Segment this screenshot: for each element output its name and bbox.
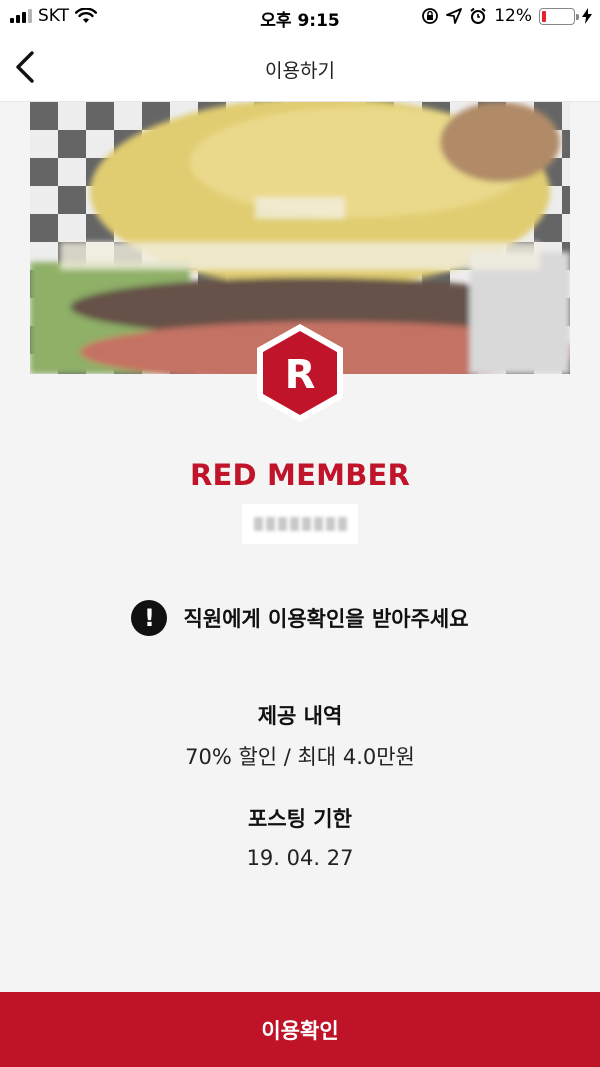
member-tier: RED MEMBER: [189, 458, 411, 492]
confirm-use-button[interactable]: 이용확인: [0, 992, 600, 1067]
battery-level: [542, 10, 546, 22]
deadline-label: 포스팅 기한: [248, 807, 352, 831]
nav-bar: 이용하기: [0, 34, 600, 102]
orientation-lock-icon: [422, 8, 439, 24]
notice: ! 직원에게 이용확인을 받아주세요: [0, 600, 600, 636]
charging-icon: [582, 8, 592, 24]
page-title: 이용하기: [265, 60, 335, 82]
red-member-badge: R: [257, 324, 343, 422]
offer-value: 70% 할인 / 최대 4.0만원: [185, 745, 415, 769]
alarm-icon: [470, 7, 486, 24]
screen: SKT 오후 9:15 12% 이용하기 R RED MEMBER ! 직원에게…: [0, 0, 600, 1067]
badge-letter: R: [285, 352, 316, 398]
exclamation-icon: !: [131, 600, 168, 636]
status-bar: SKT 오후 9:15 12%: [0, 0, 600, 34]
battery-icon: [539, 7, 579, 25]
notice-text: 직원에게 이용확인을 받아주세요: [183, 607, 469, 631]
deadline-value: 19. 04. 27: [246, 846, 354, 870]
status-right: 12%: [421, 6, 592, 26]
location-icon: [446, 8, 463, 24]
battery-percent: 12%: [494, 6, 532, 26]
member-name-blurred: [242, 504, 358, 544]
offer-label: 제공 내역: [257, 704, 343, 728]
